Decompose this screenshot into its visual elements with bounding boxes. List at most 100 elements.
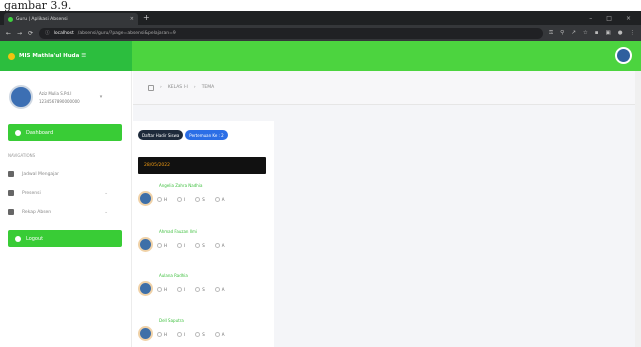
meeting-button[interactable]: Pertemuan Ke : 2 [185,130,228,140]
avatar [138,326,153,341]
option-label: A [221,332,225,337]
browser-toolbar: ⚿ ⚲ ↗ ☆ ▪ ▣ ● ⋮ [549,30,635,37]
radio-hadir[interactable] [157,287,162,292]
main-content: › KELAS I-I › TEMA Daftar Hadir Siswa Pe… [133,71,641,347]
sidebar-section-label: NAVIGATIONS [8,153,36,158]
top-navbar: MIS Mathla'ul Huda ☰ [0,41,641,71]
browser-tab[interactable]: Guru | Aplikasi Absensi × [4,13,138,25]
figure-caption: gambar 3.9. [0,0,641,11]
radio-hadir[interactable] [157,243,162,248]
option-label: I [184,197,186,202]
breadcrumb-item-kelas[interactable]: KELAS I-I [168,85,188,90]
sidebar-item-presensi[interactable]: Presensi ⌄ [8,190,122,196]
navbar-fill [132,41,641,71]
breadcrumb-sep: › [160,85,162,90]
sidebar-item-label: Jadwal Mengajar [22,171,60,177]
school-logo-icon [8,52,15,60]
sidebar-item-label: Rekap Absen [22,209,52,215]
option-label: H [164,197,168,202]
forward-icon[interactable]: → [17,30,22,37]
new-tab-button[interactable]: + [143,14,150,22]
option-label: H [164,332,168,337]
tab-close-icon[interactable]: × [130,16,134,22]
option-label: H [164,243,168,248]
info-icon: ⓘ [45,31,50,36]
radio-sakit[interactable] [195,332,201,337]
minimize-button[interactable]: – [589,15,592,22]
option-label: S [202,197,205,202]
student-name: Angelia Zahra Nadhia [159,183,203,188]
avatar [138,237,153,252]
option-label: I [184,243,186,248]
user-id: 1234567890000000 [39,98,80,104]
favicon-icon [8,16,13,22]
maximize-button[interactable]: □ [606,15,612,22]
sidepanel-icon[interactable]: ▣ [605,30,610,37]
home-icon[interactable] [148,84,154,91]
sidebar-item-label: Dashboard [26,129,54,136]
student-name: Ahmad Fauzan Ilmi [159,229,198,234]
brand[interactable]: MIS Mathla'ul Huda ☰ [0,41,132,71]
logout-label: Logout [26,235,44,242]
share-icon[interactable]: ↗ [571,30,576,37]
option-label: A [221,243,225,248]
radio-alpa[interactable] [214,243,220,248]
option-label: A [221,197,225,202]
radio-alpa[interactable] [214,287,220,292]
profile-icon[interactable]: ● [618,30,623,37]
sidebar-item-rekap[interactable]: Rekap Absen ⌄ [8,209,122,215]
radio-alpa[interactable] [214,332,220,337]
chevron-down-icon: ⌄ [104,190,108,196]
sidebar: Aziz Mulia S.Pd.I 1234567890000000 ▾ Das… [0,71,132,347]
url-input[interactable]: ⓘ localhost /absensi/guru/?page=absensi&… [39,27,543,39]
attendance-list-button[interactable]: Daftar Hadir Siswa [138,130,184,140]
reload-icon[interactable]: ⟳ [28,30,33,37]
radio-hadir[interactable] [157,332,162,337]
student-name: Dell Saputra [159,318,184,323]
key-icon[interactable]: ⚿ [549,30,553,37]
menu-icon[interactable]: ⋮ [630,30,636,37]
tab-title: Guru | Aplikasi Absensi [16,16,68,22]
option-label: H [164,287,168,292]
radio-izin[interactable] [177,243,183,248]
zoom-icon[interactable]: ⚲ [560,30,564,37]
radio-hadir[interactable] [157,197,162,202]
option-label: I [184,287,186,292]
bookmark-icon[interactable]: ☆ [583,30,588,37]
option-label: A [221,287,225,292]
user-avatar[interactable] [615,47,632,64]
back-icon[interactable]: ← [6,30,11,37]
radio-izin[interactable] [177,197,183,202]
dashboard-icon [15,129,21,136]
chevron-down-icon[interactable]: ▾ [100,94,103,100]
radio-sakit[interactable] [195,243,201,248]
avatar [138,281,153,296]
radio-izin[interactable] [177,287,183,292]
close-window-button[interactable]: × [626,15,631,22]
chart-icon [8,209,14,215]
sidebar-item-jadwal[interactable]: Jadwal Mengajar [8,171,122,177]
logout-icon [15,235,21,242]
radio-izin[interactable] [177,332,183,337]
scrollbar[interactable] [635,71,641,347]
option-label: S [202,243,205,248]
date-field[interactable]: 28/05/2022 [138,157,266,174]
clipboard-icon [8,190,14,196]
extensions-icon[interactable]: ▪ [595,30,599,37]
avatar [9,85,33,109]
browser-tab-bar: Guru | Aplikasi Absensi × + – □ × [0,11,641,25]
sidebar-item-dashboard[interactable]: Dashboard [8,124,122,141]
radio-alpa[interactable] [214,197,220,202]
brand-name: MIS Mathla'ul Huda ☰ [19,53,87,59]
option-label: S [202,287,205,292]
radio-sakit[interactable] [195,287,201,292]
radio-sakit[interactable] [195,197,201,202]
option-label: S [202,332,205,337]
url-host: localhost [53,30,74,36]
url-path: /absensi/guru/?page=absensi&pelajaran=9 [77,30,176,36]
sidebar-profile[interactable]: Aziz Mulia S.Pd.I 1234567890000000 ▾ [0,71,131,109]
option-label: I [184,332,186,337]
logout-button[interactable]: Logout [8,230,122,247]
window-controls: – □ × [589,15,641,22]
breadcrumb-item-tema[interactable]: TEMA [202,85,215,90]
